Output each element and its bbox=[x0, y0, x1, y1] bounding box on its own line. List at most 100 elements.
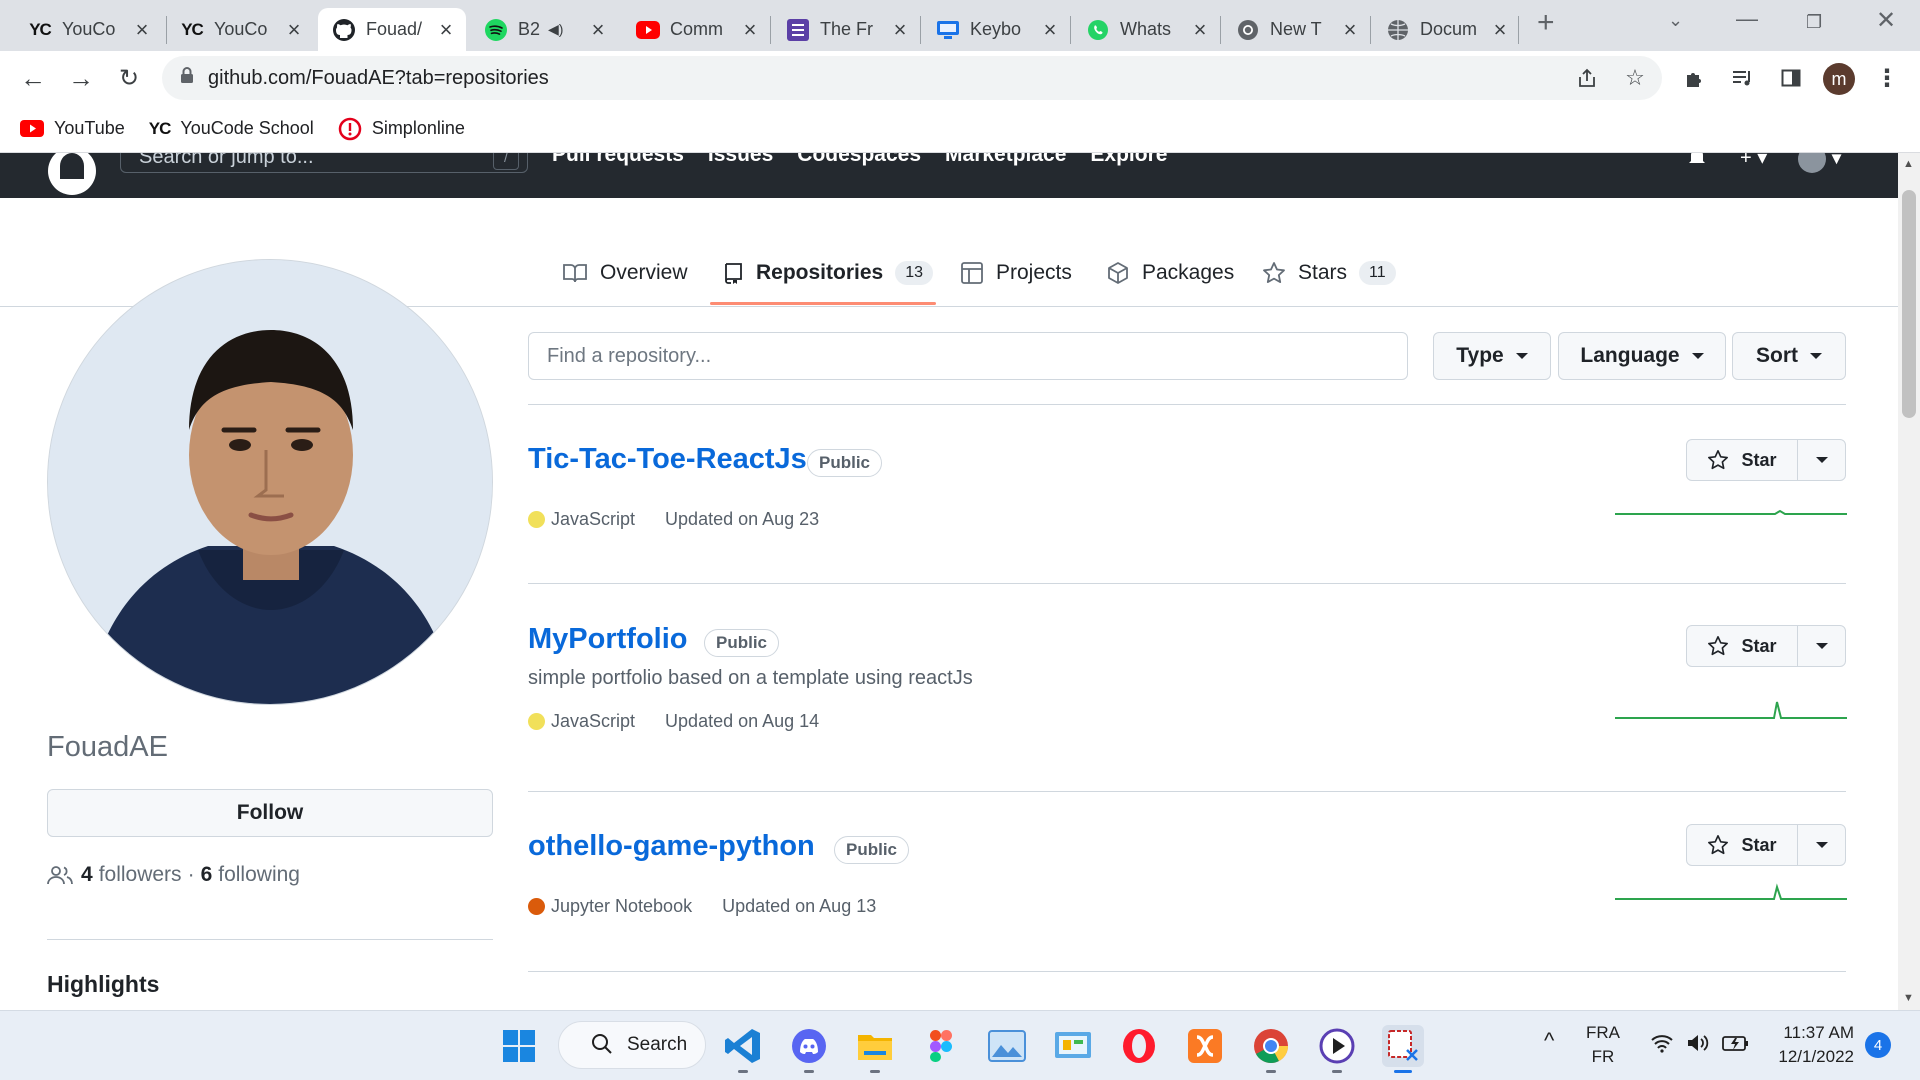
file-explorer-icon[interactable] bbox=[854, 1025, 896, 1073]
star-button[interactable]: Star bbox=[1686, 824, 1846, 866]
scroll-up-icon[interactable]: ▲ bbox=[1903, 158, 1914, 170]
minimize-icon[interactable]: — bbox=[1736, 6, 1758, 32]
scroll-down-icon[interactable]: ▼ bbox=[1903, 992, 1914, 1004]
control-panel-icon[interactable] bbox=[1052, 1025, 1094, 1067]
speaker-icon[interactable]: ◀) bbox=[548, 21, 588, 38]
language-filter-button[interactable]: Language bbox=[1558, 332, 1726, 380]
clock[interactable]: 11:37 AM 12/1/2022 bbox=[1766, 1021, 1854, 1069]
close-icon[interactable]: × bbox=[890, 17, 910, 43]
discord-icon[interactable] bbox=[788, 1025, 830, 1073]
browser-tab-youcode-2[interactable]: YC YouCo × bbox=[166, 8, 314, 51]
bookmark-youcode-school[interactable]: YC YouCode School bbox=[149, 118, 314, 139]
browser-tab-keyboard[interactable]: Keybo × bbox=[922, 8, 1070, 51]
tab-projects[interactable]: Projects bbox=[960, 253, 1072, 293]
new-tab-plus-icon[interactable]: + bbox=[1537, 6, 1555, 40]
kebab-menu-icon[interactable]: ⋮ bbox=[1872, 63, 1902, 93]
url-bar[interactable]: github.com/FouadAE?tab=repositories bbox=[162, 56, 1662, 100]
window-close-icon[interactable]: ✕ bbox=[1876, 6, 1896, 35]
nav-codespaces[interactable]: Codespaces bbox=[797, 153, 921, 167]
windows-start-icon[interactable] bbox=[498, 1025, 540, 1067]
opera-icon[interactable] bbox=[1118, 1025, 1160, 1067]
browser-tab-whatsapp[interactable]: Whats × bbox=[1072, 8, 1220, 51]
xampp-icon[interactable] bbox=[1184, 1025, 1226, 1067]
tab-repositories[interactable]: Repositories 13 bbox=[722, 253, 933, 293]
tab-stars[interactable]: Stars 11 bbox=[1262, 253, 1396, 293]
battery-charging-icon[interactable] bbox=[1722, 1033, 1750, 1060]
sort-filter-button[interactable]: Sort bbox=[1732, 332, 1846, 380]
chrome-icon[interactable] bbox=[1250, 1025, 1292, 1073]
profile-avatar[interactable] bbox=[47, 259, 493, 705]
browser-tab-document[interactable]: Docum × bbox=[1372, 8, 1520, 51]
followers-count[interactable]: 4 bbox=[81, 863, 93, 887]
input-language[interactable]: FRA FR bbox=[1586, 1021, 1620, 1069]
tab-overview[interactable]: Overview bbox=[562, 253, 688, 293]
browser-tab-github[interactable]: Fouad/ × bbox=[318, 8, 466, 51]
repo-name-link[interactable]: Tic-Tac-Toe-ReactJs bbox=[528, 443, 807, 476]
followers-label[interactable]: followers bbox=[99, 863, 182, 887]
star-button-main[interactable]: Star bbox=[1687, 825, 1798, 865]
bookmark-simplonline[interactable]: Simplonline bbox=[338, 117, 465, 141]
global-search-input[interactable]: Search or jump to... / bbox=[120, 153, 528, 173]
media-controls-icon[interactable] bbox=[1728, 63, 1758, 93]
repo-name-link[interactable]: othello-game-python bbox=[528, 830, 815, 863]
nav-explore[interactable]: Explore bbox=[1090, 153, 1167, 167]
media-player-icon[interactable] bbox=[1316, 1025, 1358, 1073]
close-icon[interactable]: × bbox=[588, 17, 608, 43]
nav-pull-requests[interactable]: Pull requests bbox=[552, 153, 684, 167]
photos-icon[interactable] bbox=[986, 1025, 1028, 1067]
taskbar-search[interactable]: Search bbox=[558, 1021, 706, 1069]
star-button-main[interactable]: Star bbox=[1687, 626, 1798, 666]
extensions-puzzle-icon[interactable] bbox=[1680, 63, 1710, 93]
bookmark-youtube[interactable]: YouTube bbox=[20, 118, 125, 139]
close-icon[interactable]: × bbox=[1190, 17, 1210, 43]
chevron-down-icon[interactable]: ⌄ bbox=[1668, 10, 1683, 31]
star-button[interactable]: Star bbox=[1686, 625, 1846, 667]
follow-button[interactable]: Follow bbox=[47, 789, 493, 837]
find-repository-input[interactable]: Find a repository... bbox=[528, 332, 1408, 380]
repo-name-link[interactable]: MyPortfolio bbox=[528, 623, 688, 656]
tray-overflow-chevron-icon[interactable]: ^ bbox=[1544, 1029, 1554, 1053]
close-icon[interactable]: × bbox=[132, 17, 152, 43]
search-icon bbox=[591, 1033, 613, 1061]
star-button-main[interactable]: Star bbox=[1687, 440, 1798, 480]
bell-icon[interactable] bbox=[1686, 153, 1708, 173]
bookmark-star-icon[interactable]: ☆ bbox=[1620, 63, 1650, 93]
browser-tab-new-tab[interactable]: New T × bbox=[1222, 8, 1370, 51]
following-count[interactable]: 6 bbox=[201, 863, 213, 887]
user-avatar-menu-icon[interactable]: ▾ bbox=[1798, 153, 1842, 173]
restore-icon[interactable]: ❐ bbox=[1806, 12, 1822, 33]
notification-count-badge[interactable]: 4 bbox=[1865, 1032, 1891, 1058]
back-arrow-icon[interactable]: ← bbox=[18, 63, 48, 93]
scrollbar-thumb[interactable] bbox=[1902, 190, 1916, 418]
close-icon[interactable]: × bbox=[1040, 17, 1060, 43]
wifi-icon[interactable] bbox=[1650, 1033, 1674, 1060]
share-icon[interactable] bbox=[1572, 63, 1602, 93]
star-list-dropdown[interactable] bbox=[1798, 626, 1845, 666]
star-list-dropdown[interactable] bbox=[1798, 440, 1845, 480]
close-icon[interactable]: × bbox=[740, 17, 760, 43]
figma-icon[interactable] bbox=[920, 1025, 962, 1067]
star-list-dropdown[interactable] bbox=[1798, 825, 1845, 865]
side-panel-icon[interactable] bbox=[1776, 63, 1806, 93]
close-icon[interactable]: × bbox=[284, 17, 304, 43]
browser-tab-youtube[interactable]: Comm × bbox=[622, 8, 770, 51]
tab-packages[interactable]: Packages bbox=[1106, 253, 1234, 293]
following-label[interactable]: following bbox=[218, 863, 300, 887]
browser-tab-notion[interactable]: The Fr × bbox=[772, 8, 920, 51]
nav-issues[interactable]: Issues bbox=[708, 153, 773, 167]
volume-icon[interactable] bbox=[1686, 1033, 1710, 1060]
snipping-tool-icon[interactable] bbox=[1382, 1025, 1424, 1073]
type-filter-button[interactable]: Type bbox=[1433, 332, 1551, 380]
close-icon[interactable]: × bbox=[1340, 17, 1360, 43]
close-icon[interactable]: × bbox=[1490, 17, 1510, 43]
vscode-icon[interactable] bbox=[722, 1025, 764, 1073]
browser-profile-avatar[interactable]: m bbox=[1823, 63, 1855, 95]
create-new-plus-icon[interactable]: + ▾ bbox=[1740, 153, 1767, 170]
browser-tab-spotify[interactable]: B2 ◀) × bbox=[470, 8, 618, 51]
reload-icon[interactable]: ↻ bbox=[114, 63, 144, 93]
star-button[interactable]: Star bbox=[1686, 439, 1846, 481]
forward-arrow-icon[interactable]: → bbox=[66, 63, 96, 93]
nav-marketplace[interactable]: Marketplace bbox=[945, 153, 1066, 167]
browser-tab-youcode-1[interactable]: YC YouCo × bbox=[14, 8, 162, 51]
close-icon[interactable]: × bbox=[436, 17, 456, 43]
